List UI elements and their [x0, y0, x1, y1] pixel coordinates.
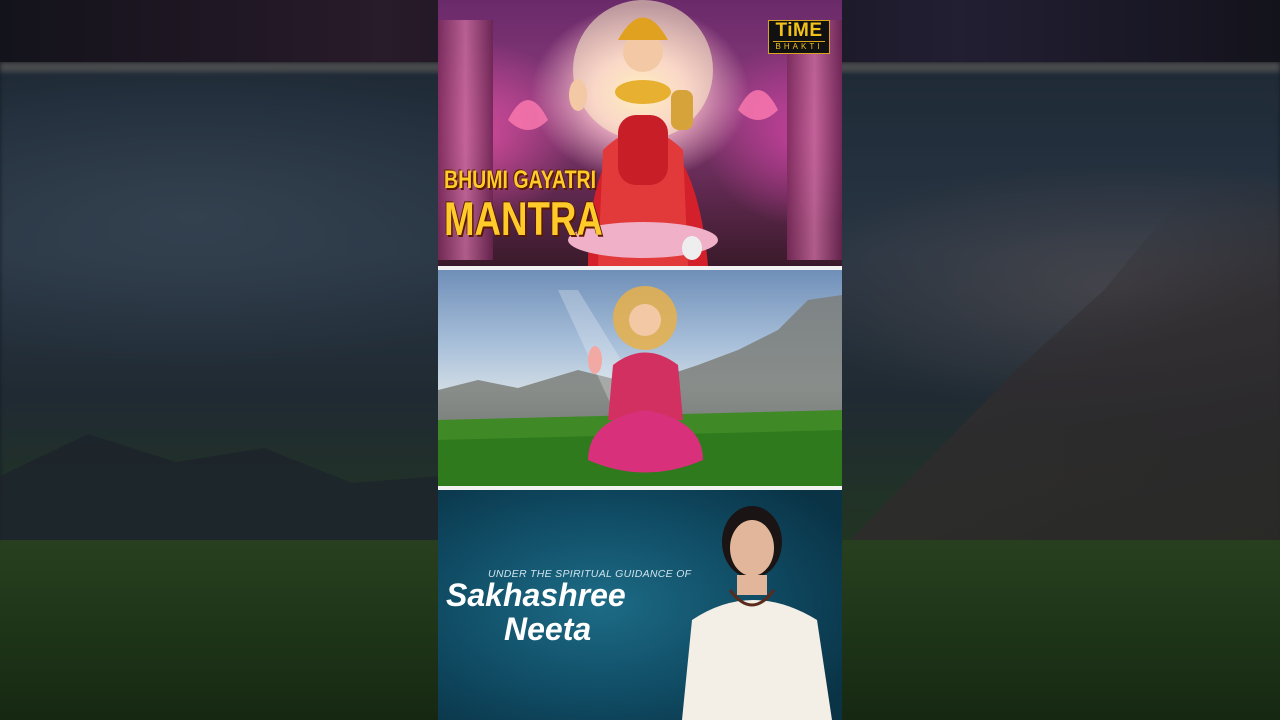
presenter-name-line-1: Sakhashree — [446, 577, 626, 613]
video-frame[interactable]: BHUMI GAYATRI MANTRA TiME BHAKTI UNDER T… — [438, 0, 842, 720]
goddess-landscape-illustration — [438, 286, 842, 486]
presenter-photo — [682, 506, 832, 720]
logo-main-text: TiME — [775, 20, 823, 41]
presenter-name: Sakhashree Neeta — [446, 578, 626, 646]
panel-goddess-temple: BHUMI GAYATRI MANTRA TiME BHAKTI — [438, 0, 842, 266]
panel-goddess-landscape — [438, 270, 842, 486]
logo-sub-text: BHAKTI — [773, 41, 825, 52]
title-line-1: BHUMI GAYATRI — [444, 166, 597, 194]
title-line-2: MANTRA — [444, 192, 603, 245]
panel-guidance: UNDER THE SPIRITUAL GUIDANCE OF Sakhashr… — [438, 490, 842, 720]
time-bhakti-logo: TiME BHAKTI — [768, 20, 830, 54]
video-title: BHUMI GAYATRI MANTRA — [444, 166, 603, 245]
presenter-name-line-2: Neeta — [504, 611, 592, 647]
